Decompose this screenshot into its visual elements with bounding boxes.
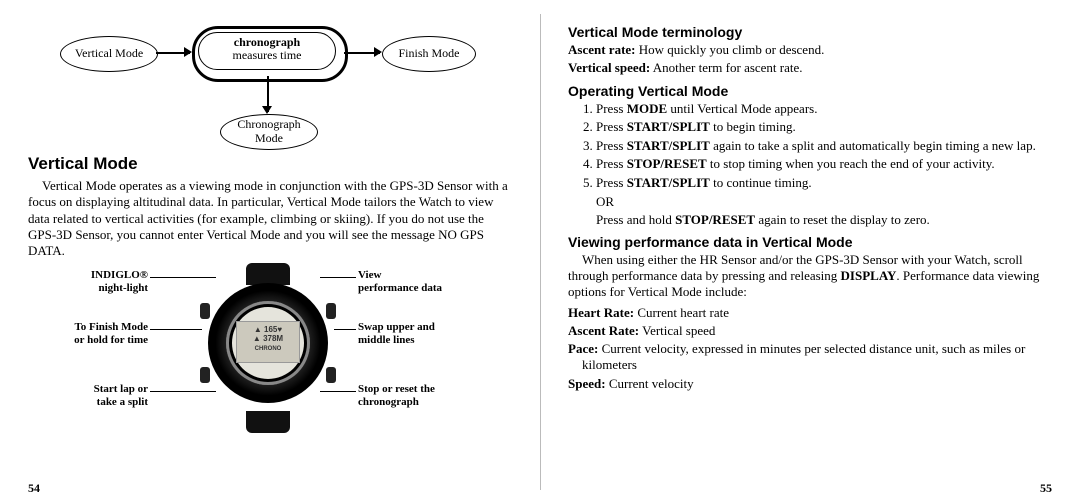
caption-start-lap: Start lap or take a split: [28, 383, 148, 409]
caption-line: or hold for time: [74, 334, 148, 346]
caption-line: night-light: [98, 282, 148, 294]
watch-button: [200, 303, 210, 319]
watch-button: [200, 367, 210, 383]
lcd-line: ▲ 378M: [253, 334, 283, 343]
left-page: Vertical Mode chronograph measures time …: [0, 0, 540, 504]
watch-icon: ▲ 165♥ ▲ 378M CHRONO: [198, 263, 338, 433]
node-chronograph-sub: measures time: [233, 48, 302, 62]
node-label: Vertical Mode: [75, 47, 143, 61]
step-1: Press MODE until Vertical Mode appears.: [596, 101, 1052, 118]
caption-line: Start lap or: [94, 383, 148, 395]
heading-viewing: Viewing performance data in Vertical Mod…: [568, 234, 1052, 250]
def-text: Current velocity: [606, 376, 694, 391]
caption-line: View: [358, 269, 381, 281]
def-text: How quickly you climb or descend.: [636, 42, 825, 57]
def-vertical-speed: Vertical speed: Another term for ascent …: [582, 60, 1052, 76]
def-ascent-rate: Ascent rate: How quickly you climb or de…: [582, 42, 1052, 58]
watch-lcd: ▲ 165♥ ▲ 378M CHRONO: [236, 321, 300, 363]
heading-vertical-mode: Vertical Mode: [28, 154, 512, 174]
caption-line: middle lines: [358, 334, 415, 346]
term: Ascent Rate:: [568, 323, 639, 338]
caption-line: take a split: [97, 396, 148, 408]
arrow-icon: [184, 47, 192, 57]
node-vertical-mode: Vertical Mode: [60, 36, 158, 72]
node-label: Chronograph Mode: [237, 118, 300, 146]
caption-view-data: View performance data: [358, 269, 508, 295]
term: Vertical speed:: [568, 60, 650, 75]
or-label: OR: [596, 194, 1052, 210]
step-4: Press STOP/RESET to stop timing when you…: [596, 156, 1052, 173]
caption-indiglo: INDIGLO® night-light: [28, 269, 148, 295]
step-5: Press START/SPLIT to continue timing.: [596, 175, 1052, 192]
term: Ascent rate:: [568, 42, 636, 57]
node-label: Finish Mode: [398, 47, 459, 61]
heading-terminology: Vertical Mode terminology: [568, 24, 1052, 40]
arrow-icon: [374, 47, 382, 57]
arrow-icon: [262, 106, 272, 114]
viewing-para: When using either the HR Sensor and/or t…: [568, 252, 1052, 301]
spread: Vertical Mode chronograph measures time …: [0, 0, 1080, 504]
def-text: Another term for ascent rate.: [650, 60, 802, 75]
term: Heart Rate:: [568, 305, 634, 320]
def-text: Vertical speed: [639, 323, 715, 338]
step-3: Press START/SPLIT again to take a split …: [596, 138, 1052, 155]
term: Speed:: [568, 376, 606, 391]
caption-line: performance data: [358, 282, 442, 294]
page-number-left: 54: [28, 481, 40, 496]
right-page: Vertical Mode terminology Ascent rate: H…: [540, 0, 1080, 504]
operating-steps: Press MODE until Vertical Mode appears. …: [568, 101, 1052, 192]
watch-button: [326, 303, 336, 319]
caption-line: INDIGLO®: [91, 269, 148, 281]
node-chronograph: chronograph measures time: [198, 32, 336, 70]
watch-figure: INDIGLO® night-light To Finish Mode or h…: [28, 263, 512, 438]
term: Pace:: [568, 341, 598, 356]
body-para: Vertical Mode operates as a viewing mode…: [28, 178, 512, 259]
step-2: Press START/SPLIT to begin timing.: [596, 119, 1052, 136]
def-text: Current heart rate: [634, 305, 729, 320]
def-pace: Pace: Current velocity, expressed in min…: [582, 341, 1052, 374]
def-speed: Speed: Current velocity: [582, 376, 1052, 392]
node-chronograph-mode: Chronograph Mode: [220, 114, 318, 150]
heading-operating: Operating Vertical Mode: [568, 83, 1052, 99]
caption-swap-lines: Swap upper and middle lines: [358, 321, 508, 347]
node-chronograph-title: chronograph: [234, 35, 300, 49]
page-number-right: 55: [1040, 481, 1052, 496]
flow-diagram: Vertical Mode chronograph measures time …: [60, 18, 480, 148]
caption-line: Stop or reset the: [358, 383, 435, 395]
lcd-line: ▲ 165♥: [254, 325, 282, 334]
lcd-line: CHRONO: [255, 346, 282, 352]
def-ascent-rate-2: Ascent Rate: Vertical speed: [582, 323, 1052, 339]
watch-strap: [246, 411, 290, 433]
def-text: Current velocity, expressed in minutes p…: [582, 341, 1025, 372]
caption-line: To Finish Mode: [74, 321, 148, 333]
caption-finish-mode: To Finish Mode or hold for time: [28, 321, 148, 347]
watch-button: [326, 367, 336, 383]
leader-line: [150, 329, 202, 330]
caption-stop-reset: Stop or reset the chronograph: [358, 383, 508, 409]
caption-line: chronograph: [358, 396, 419, 408]
caption-line: Swap upper and: [358, 321, 435, 333]
node-finish-mode: Finish Mode: [382, 36, 476, 72]
watch-strap: [246, 263, 290, 285]
or-instruction: Press and hold STOP/RESET again to reset…: [596, 212, 1052, 228]
def-heart-rate: Heart Rate: Current heart rate: [582, 305, 1052, 321]
